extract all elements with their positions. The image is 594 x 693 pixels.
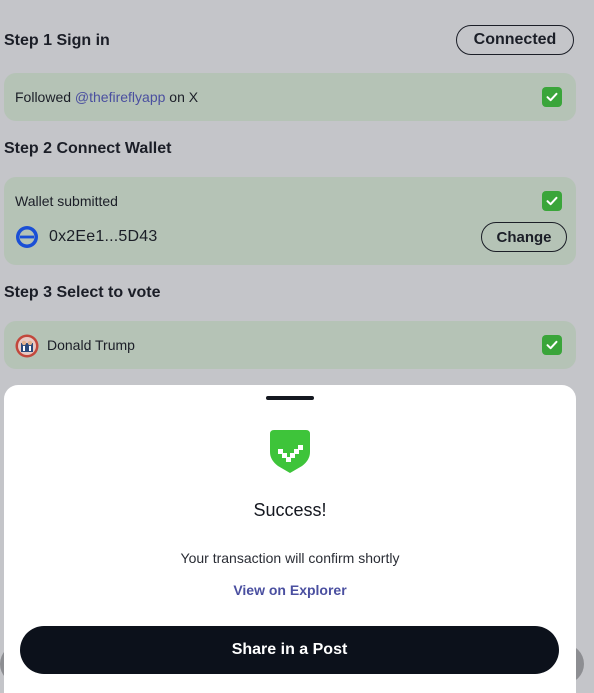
success-modal: Success! Your transaction will confirm s… [4,385,576,693]
modal-title: Success! [253,500,327,520]
check-icon [542,87,562,107]
wallet-address: 0x2Ee1...5D43 [49,228,158,245]
candidate-card[interactable]: Donald Trump [4,321,576,369]
step2-title: Step 2 Connect Wallet [4,140,172,157]
change-wallet-button[interactable]: Change [481,222,567,252]
share-in-post-button[interactable]: Share in a Post [20,626,559,674]
check-icon [542,191,562,211]
followed-text: Followed @thefireflyapp on X [15,89,198,105]
candidate-name: Donald Trump [47,337,135,353]
view-on-explorer-link[interactable]: View on Explorer [4,582,576,598]
twitter-handle-link[interactable]: @thefireflyapp [75,89,165,105]
followed-suffix: on X [169,89,199,105]
wallet-network-icon [16,226,38,248]
drag-handle[interactable] [266,396,314,400]
modal-message: Your transaction will confirm shortly [180,550,400,566]
followed-prefix: Followed [15,89,72,105]
shield-check-icon [270,430,310,473]
step3-title: Step 3 Select to vote [4,284,161,301]
candidate-avatar [15,334,39,358]
check-icon [542,335,562,355]
wallet-label: Wallet submitted [15,193,118,209]
wallet-card: Wallet submitted 0x2Ee1...5D43 Change [4,177,576,265]
connected-button[interactable]: Connected [456,25,574,55]
step1-title: Step 1 Sign in [4,32,110,49]
followed-card: Followed @thefireflyapp on X [4,73,576,121]
